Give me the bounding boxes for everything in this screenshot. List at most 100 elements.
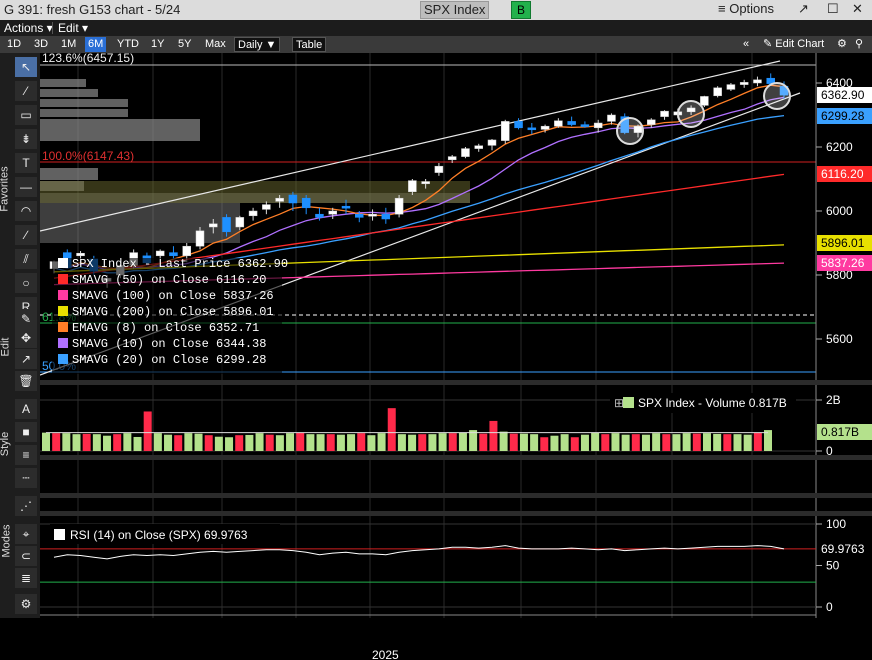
legend-item: SPX Index - Last Price 6362.90 xyxy=(72,257,288,271)
fib-123-label: 123.6%(6457.15) xyxy=(42,53,134,65)
panel-divider[interactable] xyxy=(40,455,872,460)
vp-bar xyxy=(40,79,86,87)
ellipse-tool[interactable]: ○ xyxy=(15,273,37,293)
candle-body xyxy=(222,217,231,233)
move-tool[interactable]: ✥ xyxy=(15,328,37,348)
maximize-icon[interactable]: ☐ xyxy=(827,1,839,17)
volume-badge: 0.817B xyxy=(821,425,859,439)
highlight-circle[interactable] xyxy=(616,117,644,145)
legend-swatch xyxy=(58,306,68,316)
period-ytd[interactable]: YTD xyxy=(114,37,142,52)
collapse-icon[interactable]: « xyxy=(740,37,752,52)
chart-canvas[interactable]: 123.6%(6457.15) 100.0%(6147.43) 61.8% 50… xyxy=(40,53,872,618)
pointer-tool[interactable]: ↖ xyxy=(15,57,37,77)
volume-bar xyxy=(733,434,742,451)
volume-bar xyxy=(326,434,335,451)
gear-icon[interactable]: ⚙ xyxy=(834,37,850,52)
volume-bar xyxy=(62,433,71,451)
highlight-circle[interactable] xyxy=(763,82,791,110)
volume-legend-toggle[interactable]: ⊞ xyxy=(614,396,624,410)
period-5y[interactable]: 5Y xyxy=(175,37,194,52)
text-tool[interactable]: T xyxy=(15,153,37,173)
layers-tool[interactable]: ≣ xyxy=(15,568,37,588)
trendline-tool[interactable]: ∕ xyxy=(15,225,37,245)
vp-bar xyxy=(40,89,98,97)
panel-divider[interactable] xyxy=(40,380,872,385)
period-1m[interactable]: 1M xyxy=(58,37,79,52)
rsi-badge: 69.9763 xyxy=(821,542,865,556)
candle-body xyxy=(739,82,749,85)
period-6m[interactable]: 6M xyxy=(85,37,107,52)
popout-icon[interactable]: ↗ xyxy=(798,1,809,17)
panel-divider[interactable] xyxy=(40,493,872,498)
actions-menu[interactable]: Actions ▾ xyxy=(1,21,56,35)
volume-bar xyxy=(367,435,376,451)
panel-divider[interactable] xyxy=(40,511,872,516)
zoom-icon[interactable]: ⚲ xyxy=(852,37,866,52)
dotted-line-tool[interactable]: ⋰ xyxy=(15,496,37,516)
close-icon[interactable]: ✕ xyxy=(852,1,863,17)
volume-bar xyxy=(550,435,559,451)
rsi-legend-swatch xyxy=(54,529,65,540)
volume-bar xyxy=(662,434,671,451)
candle-body xyxy=(421,181,430,185)
volume-tick-label: 2B xyxy=(826,393,841,407)
volume-bar xyxy=(225,437,234,451)
crosshair-tool[interactable]: ⌖ xyxy=(15,524,37,544)
arc-tool[interactable]: ◠ xyxy=(15,201,37,221)
volume-bar xyxy=(448,433,457,451)
volume-bar xyxy=(133,436,142,451)
rsi-legend: RSI (14) on Close (SPX) 69.9763 xyxy=(70,528,248,542)
line-weight-tool[interactable]: ≡ xyxy=(15,445,37,465)
volume-bar xyxy=(570,437,579,451)
edit-menu[interactable]: Edit ▾ xyxy=(55,21,91,35)
gear-icon[interactable]: ⚙ xyxy=(15,594,37,614)
pen-tool[interactable]: ✎ xyxy=(15,309,37,329)
price-tick-label: 5600 xyxy=(826,332,853,346)
volume-bar xyxy=(377,433,386,451)
edit-label: Edit xyxy=(0,337,12,357)
volume-bar xyxy=(255,433,264,451)
channel-tool[interactable]: ⫽ xyxy=(15,249,37,269)
period-max[interactable]: Max xyxy=(202,37,229,52)
volume-bar xyxy=(82,433,91,451)
edit-chart-button[interactable]: ✎ Edit Chart xyxy=(760,37,827,52)
rectangle-tool[interactable]: ▭ xyxy=(15,105,37,125)
table-button[interactable]: Table xyxy=(292,37,327,52)
volume-bar xyxy=(743,434,752,451)
options-button[interactable]: ≡ Options xyxy=(718,1,774,16)
period-3d[interactable]: 3D xyxy=(31,37,51,52)
volume-bar xyxy=(509,433,518,451)
highlight-circle[interactable] xyxy=(677,100,705,128)
b-badge[interactable]: B xyxy=(511,1,531,19)
volume-bar xyxy=(428,434,437,451)
font-tool[interactable]: A xyxy=(15,399,37,419)
price-badge: 5896.01 xyxy=(821,236,865,250)
price-badge: 6362.90 xyxy=(821,88,865,102)
volume-bar xyxy=(42,432,50,451)
draw-line-tool[interactable]: ⁄ xyxy=(15,81,37,101)
horizontal-line-tool[interactable]: — xyxy=(15,177,37,197)
volume-bar xyxy=(621,434,630,451)
line-style-tool[interactable]: ┄ xyxy=(15,468,37,488)
candle-body xyxy=(248,210,258,217)
fill-color-tool[interactable]: ■ xyxy=(15,422,37,442)
volume-bar xyxy=(611,433,620,451)
security-chip[interactable]: SPX Index xyxy=(420,1,490,19)
period-1y[interactable]: 1Y xyxy=(148,37,167,52)
legend-swatch xyxy=(58,354,68,364)
fib-tool[interactable]: ⇟ xyxy=(15,129,37,149)
price-badges: 6362.90 6299.28 6116.20 5896.01 5837.26 xyxy=(817,87,872,271)
trash-icon[interactable]: 🗑 xyxy=(15,371,37,391)
volume-bar xyxy=(347,434,356,451)
frequency-select[interactable]: Daily ▼ xyxy=(234,37,281,52)
select-tool[interactable]: ↗ xyxy=(15,349,37,369)
window-title: G 391: fresh G153 chart - 5/24 xyxy=(4,2,181,17)
candle-body xyxy=(288,194,298,204)
candle-body xyxy=(315,213,324,218)
period-1d[interactable]: 1D xyxy=(4,37,24,52)
options-label: Options xyxy=(729,1,775,16)
magnet-tool[interactable]: ⊂ xyxy=(15,546,37,566)
candle-body xyxy=(726,84,736,90)
legend-swatch xyxy=(58,274,68,284)
